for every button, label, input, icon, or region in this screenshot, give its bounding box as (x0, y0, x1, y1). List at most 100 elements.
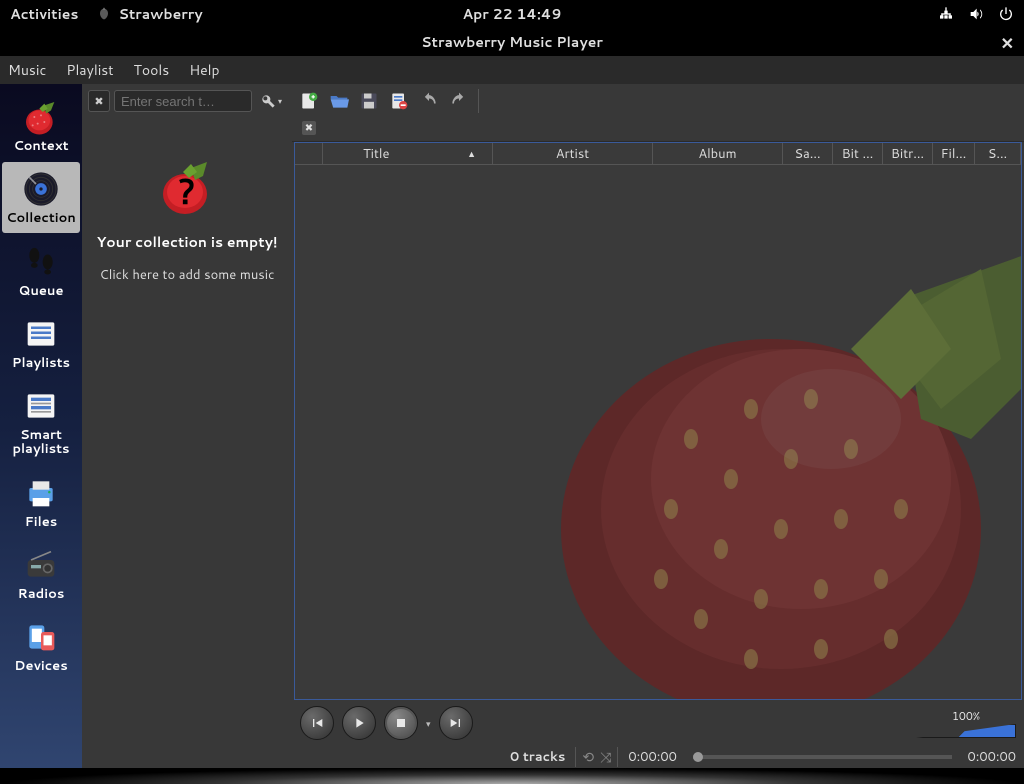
col-artist[interactable]: Artist (493, 143, 653, 164)
col-source[interactable]: S… (975, 143, 1021, 164)
playlist-toolbar (292, 84, 1024, 118)
document-minus-icon (389, 91, 409, 111)
col-bitdepth[interactable]: Bit … (833, 143, 883, 164)
menu-help[interactable]: Help (189, 60, 219, 80)
volume-slider[interactable] (916, 724, 1016, 738)
sidebar-item-label: Files (25, 515, 57, 529)
sidebar-item-playlists[interactable]: Playlists (2, 307, 80, 377)
footsteps-icon (21, 242, 61, 282)
sidebar-item-label: Queue (19, 284, 64, 298)
undo-button[interactable] (418, 90, 440, 112)
document-plus-icon (299, 91, 319, 111)
devices-icon (21, 617, 61, 657)
wrench-icon (260, 93, 276, 109)
volume-icon[interactable] (968, 6, 984, 22)
radio-icon (21, 545, 61, 585)
sidebar-item-label: Context (13, 139, 68, 153)
sidebar-item-smart-playlists[interactable]: Smart playlists (2, 379, 80, 464)
undo-icon (419, 91, 439, 111)
grid-header: Title▲ Artist Album Sa… Bit … Bitr… Fil…… (295, 143, 1021, 165)
desktop-background (0, 768, 1024, 784)
window-title: Strawberry Music Player (421, 32, 603, 52)
col-index[interactable] (295, 143, 323, 164)
col-title[interactable]: Title▲ (323, 143, 493, 164)
menu-playlist[interactable]: Playlist (66, 60, 113, 80)
redo-icon (449, 91, 469, 111)
sidebar-item-devices[interactable]: Devices (2, 610, 80, 680)
active-app-indicator[interactable]: Strawberry (96, 4, 202, 24)
sort-asc-icon: ▲ (467, 147, 476, 160)
volume-label: 100% (916, 708, 1016, 724)
playback-modes: ⟲ ⤨ (575, 747, 618, 767)
sidebar-item-label: Playlists (12, 356, 70, 370)
volume-control[interactable]: 100% (916, 708, 1016, 738)
playlist-icon (21, 314, 61, 354)
network-icon[interactable] (938, 6, 954, 22)
collection-panel: ✖ ▾ ? Your collection is empty! Click he… (82, 84, 292, 768)
save-playlist-button[interactable] (358, 90, 380, 112)
col-samplerate[interactable]: Sa… (783, 143, 833, 164)
power-icon[interactable] (998, 6, 1014, 22)
sidebar-item-radios[interactable]: Radios (2, 538, 80, 608)
skip-previous-icon (309, 715, 325, 731)
menu-bar: Music Playlist Tools Help (0, 56, 1024, 84)
gnome-top-bar: Activities Strawberry Apr 22 14:49 (0, 0, 1024, 28)
status-bar: 0 tracks ⟲ ⤨ 0:00:00 0:00:00 (292, 746, 1024, 768)
menu-music[interactable]: Music (8, 60, 46, 80)
repeat-button[interactable]: ⟲ (582, 747, 594, 767)
col-bitrate[interactable]: Bitr… (883, 143, 933, 164)
menu-tools[interactable]: Tools (134, 60, 170, 80)
redo-button[interactable] (448, 90, 470, 112)
strawberry-icon (96, 6, 112, 22)
col-filetype[interactable]: Fil… (933, 143, 975, 164)
play-button[interactable] (342, 706, 376, 740)
sidebar-item-context[interactable]: Context (2, 90, 80, 160)
chevron-down-icon: ▾ (278, 95, 282, 107)
smart-playlist-icon (21, 386, 61, 426)
empty-subtitle: Click here to add some music (100, 266, 275, 284)
window-titlebar: Strawberry Music Player ✕ (0, 28, 1024, 56)
stop-icon (393, 715, 409, 731)
empty-collection-message[interactable]: ? Your collection is empty! Click here t… (82, 118, 292, 284)
sidebar-item-label: Devices (14, 659, 67, 673)
empty-title: Your collection is empty! (97, 232, 278, 252)
folder-open-icon (329, 91, 349, 111)
clear-search-button[interactable]: ✖ (88, 90, 110, 112)
next-button[interactable] (439, 706, 473, 740)
sidebar-item-label: Radios (18, 587, 65, 601)
shuffle-button[interactable]: ⤨ (600, 747, 611, 767)
track-count: 0 tracks (510, 748, 565, 766)
vinyl-icon (21, 169, 61, 209)
open-playlist-button[interactable] (328, 90, 350, 112)
sidebar: Context Collection Queue Playlists Smart… (0, 84, 82, 768)
active-app-name: Strawberry (118, 4, 202, 24)
skip-next-icon (448, 715, 464, 731)
sidebar-item-collection[interactable]: Collection (2, 162, 80, 232)
activities-button[interactable]: Activities (10, 4, 78, 24)
stop-after-dropdown[interactable]: ▾ (426, 717, 431, 730)
sidebar-item-label: Collection (6, 211, 76, 225)
sidebar-item-files[interactable]: Files (2, 466, 80, 536)
strawberry-icon (21, 97, 61, 137)
grid-body[interactable] (295, 165, 1021, 699)
new-playlist-button[interactable] (298, 90, 320, 112)
search-input[interactable] (114, 90, 252, 112)
sidebar-item-queue[interactable]: Queue (2, 235, 80, 305)
sidebar-item-label: Smart playlists (5, 428, 77, 457)
background-strawberry-icon (541, 219, 1022, 700)
playlist-tabbar: ✖ (292, 118, 1024, 142)
seek-slider[interactable] (693, 755, 952, 759)
toolbar-divider (478, 89, 479, 113)
window-close-button[interactable]: ✕ (1001, 32, 1014, 55)
clear-playlist-button[interactable] (388, 90, 410, 112)
clock[interactable]: Apr 22 14:49 (463, 4, 562, 24)
previous-button[interactable] (300, 706, 334, 740)
col-album[interactable]: Album (653, 143, 783, 164)
tab-close-button[interactable]: ✖ (302, 121, 316, 135)
playback-controls: ▾ 100% (292, 700, 1024, 746)
total-time: 0:00:00 (968, 748, 1017, 766)
floppy-icon (359, 91, 379, 111)
search-options-button[interactable]: ▾ (256, 90, 286, 112)
playlist-area: ✖ Title▲ Artist Album Sa… Bit … Bitr… Fi… (292, 84, 1024, 768)
stop-button[interactable] (384, 706, 418, 740)
